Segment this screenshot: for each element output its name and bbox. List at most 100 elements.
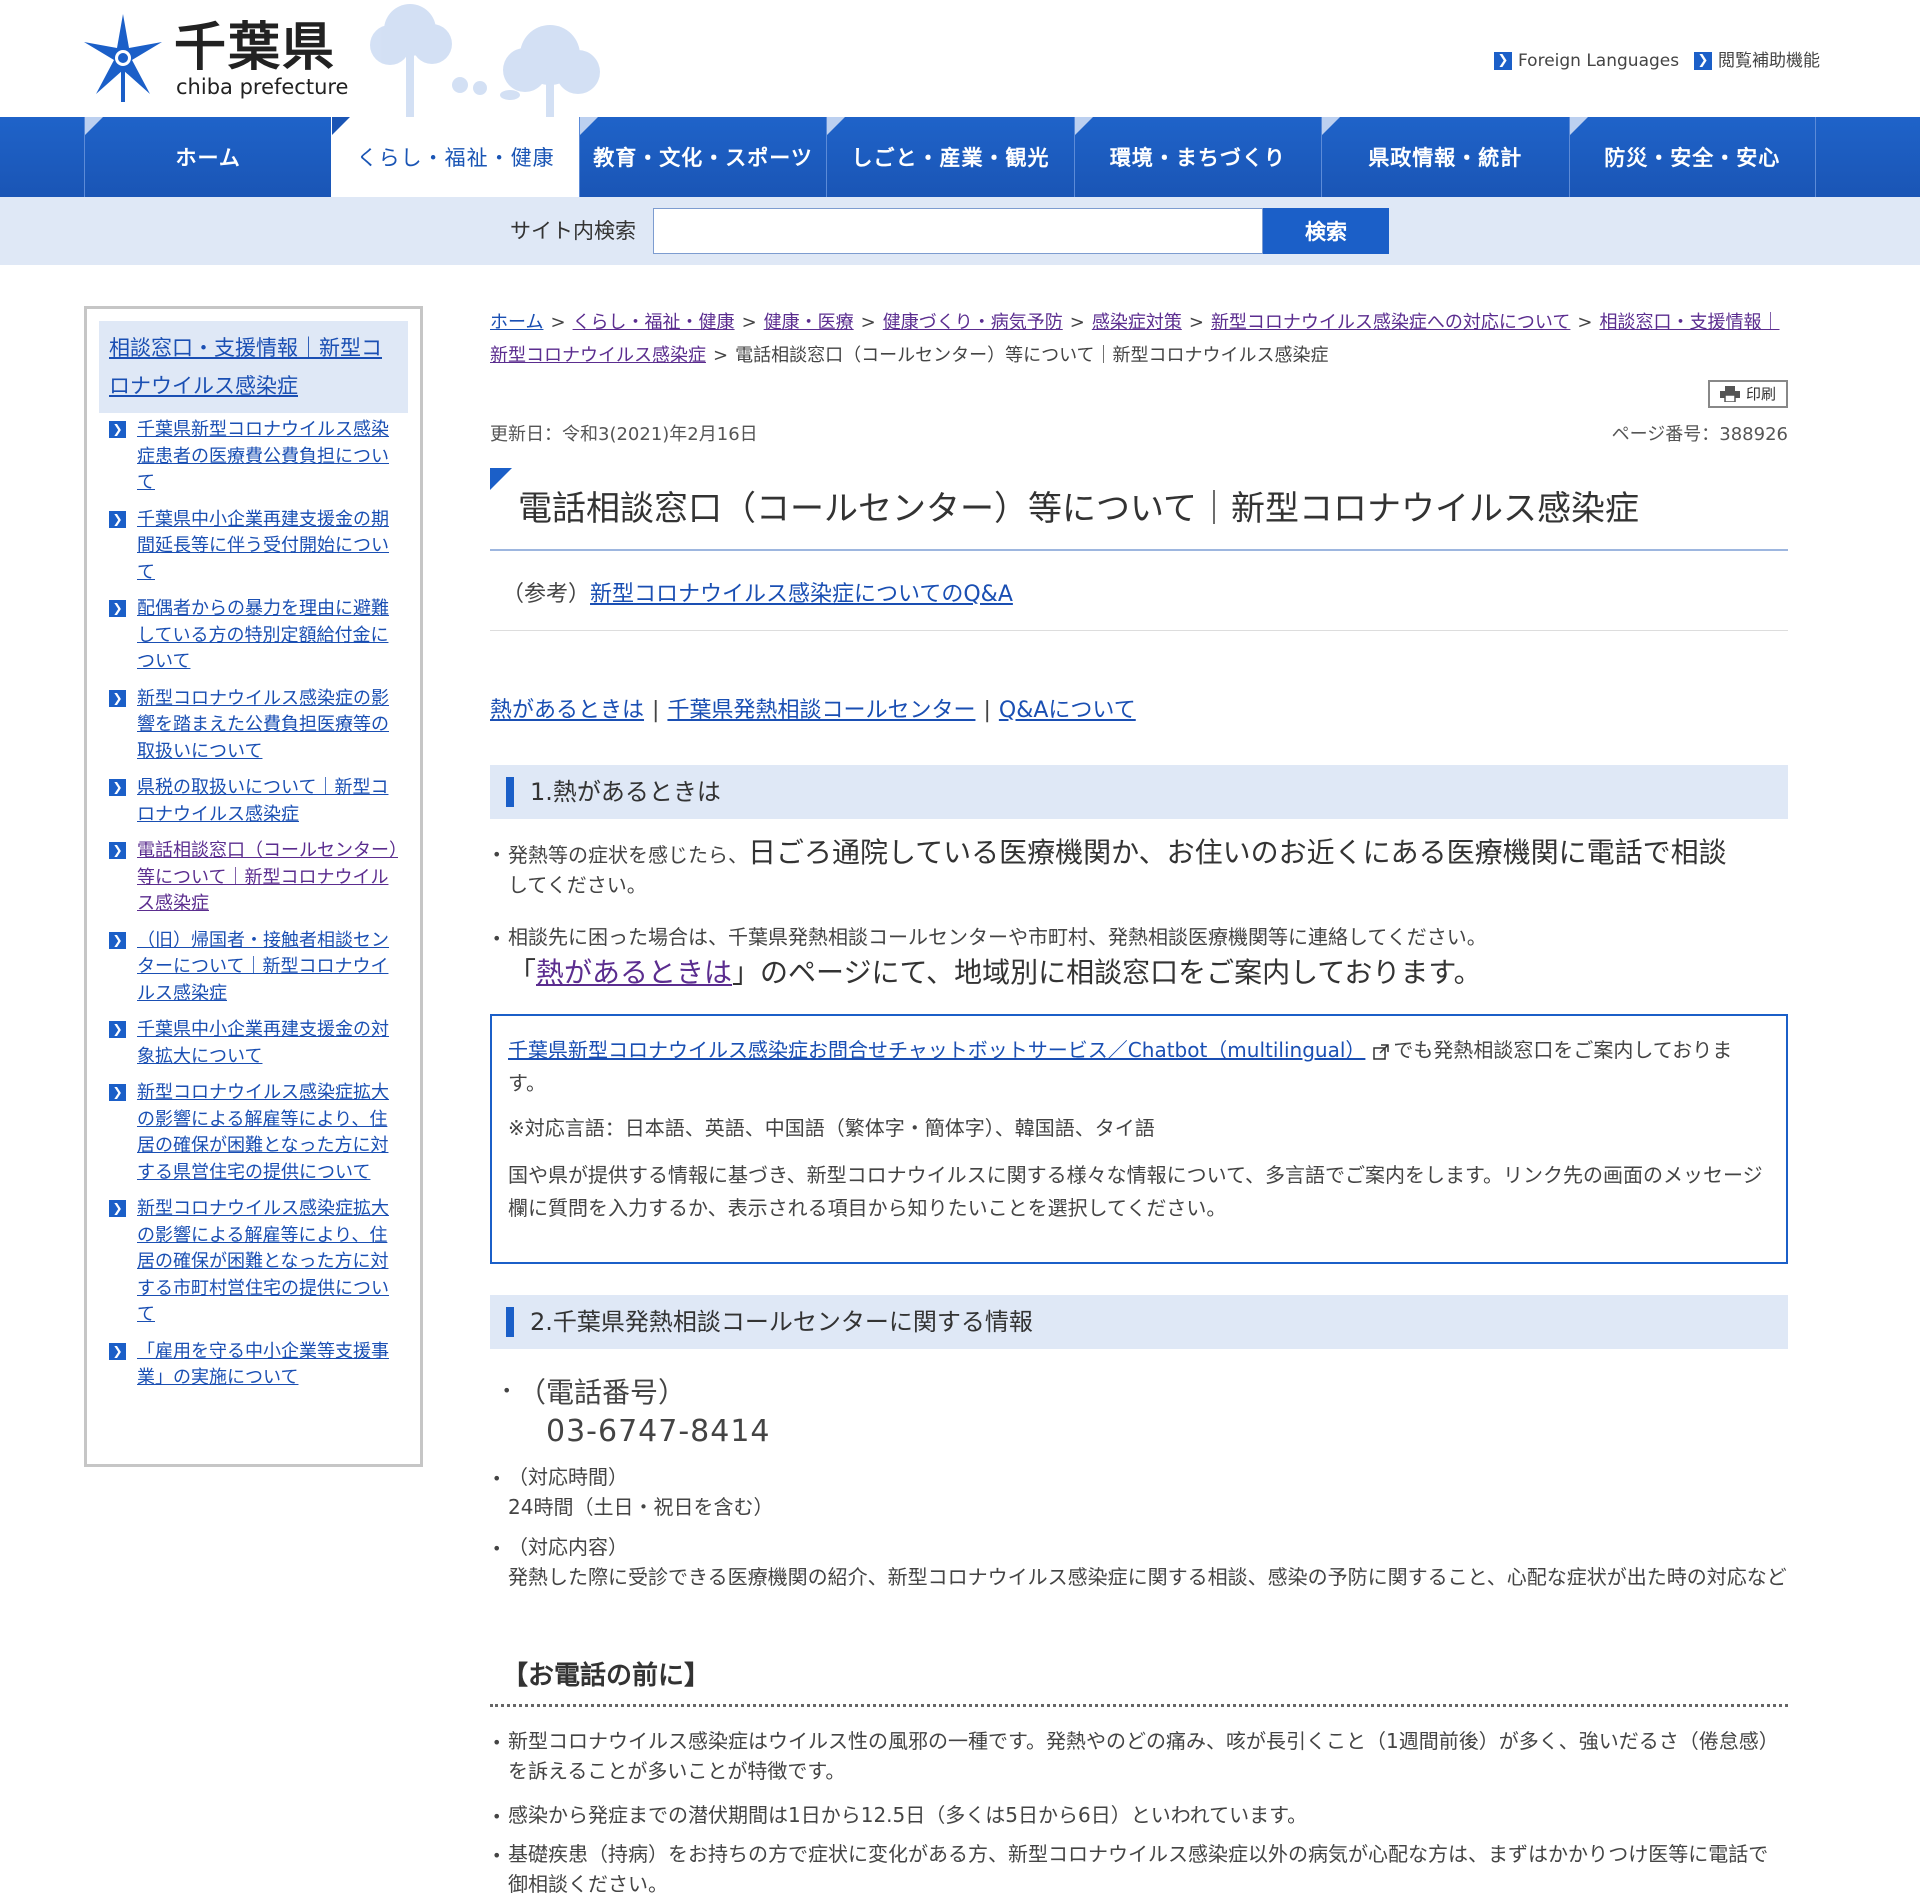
print-label: 印刷 [1745, 385, 1776, 403]
bullet-text: 新型コロナウイルス感染症はウイルス性の風邪の一種です。発熱やのどの痛み、咳が長引… [508, 1729, 1779, 1783]
anchor-link-fever[interactable]: 熱があるときは [490, 698, 644, 723]
nav-item-work-industry-tourism[interactable]: しごと・産業・観光 [826, 117, 1073, 197]
breadcrumb-link[interactable]: 健康・医療 [764, 312, 854, 333]
site-search-bar: サイト内検索 検索 [0, 197, 1920, 265]
sidebar-item-link[interactable]: 配偶者からの暴力を理由に避難している方の特別定額給付金について [137, 598, 389, 672]
breadcrumb-link[interactable]: くらし・福祉・健康 [573, 312, 735, 333]
chatbot-info-box: 千葉県新型コロナウイルス感染症お問合せチャットボットサービス／Chatbot（m… [490, 1014, 1788, 1264]
sidebar-item-link[interactable]: 新型コロナウイルス感染症拡大の影響による解雇等により、住居の確保が困難となった方… [137, 1198, 389, 1325]
sidebar-item-link[interactable]: 千葉県新型コロナウイルス感染症患者の医療費公費負担について [137, 419, 389, 493]
global-navigation: ホーム くらし・福祉・健康 教育・文化・スポーツ しごと・産業・観光 環境・まち… [0, 117, 1920, 197]
sidebar-item-link[interactable]: 新型コロナウイルス感染症の影響を踏まえた公費負担医療等の取扱いについて [137, 688, 389, 762]
sidebar-item: ❯ 千葉県中小企業再建支援金の期間延長等に伴う受付開始について [109, 507, 399, 587]
hours-label: （対応時間） [508, 1465, 628, 1489]
phone-label: （電話番号） [518, 1376, 687, 1409]
breadcrumb-link[interactable]: 新型コロナウイルス感染症への対応について [1211, 312, 1570, 333]
chevron-right-icon: ❯ [109, 842, 126, 859]
anchor-link-qa[interactable]: Q&Aについて [999, 698, 1136, 723]
printer-icon [1719, 386, 1740, 402]
phone-number: 03-6747-8414 [546, 1414, 771, 1449]
nav-item-label: しごと・産業・観光 [851, 146, 1050, 170]
breadcrumb-link[interactable]: 健康づくり・病気予防 [883, 312, 1063, 333]
nav-corner-decoration [1322, 117, 1341, 135]
bullet-emphasis: 日ごろ通院している医療機関か、お住いのお近くにある医療機関に電話で相談 [748, 836, 1727, 869]
list-item: 基礎疾患（持病）をお持ちの方で症状に変化がある方、新型コロナウイルス感染症以外の… [492, 1839, 1788, 1893]
reference-divider [490, 630, 1788, 631]
sidebar-item: ❯ 新型コロナウイルス感染症の影響を踏まえた公費負担医療等の取扱いについて [109, 686, 399, 766]
sidebar-item-link[interactable]: （旧）帰国者・接触者相談センターについて｜新型コロナウイルス感染症 [137, 930, 389, 1004]
accessibility-label: 閲覧補助機能 [1718, 51, 1820, 71]
nav-corner-decoration [579, 117, 598, 135]
sidebar-title-link[interactable]: 相談窓口・支援情報｜新型コロナウイルス感染症 [109, 336, 382, 398]
nav-item-education-culture-sports[interactable]: 教育・文化・スポーツ [578, 117, 826, 197]
phone-item: （電話番号） 03-6747-8414 [502, 1374, 1778, 1452]
region-consultation-note: 「熱があるときは」のページにて、地域別に相談窓口をご案内しております。 [508, 953, 1482, 993]
breadcrumb-current: 電話相談窓口（コールセンター）等について｜新型コロナウイルス感染症 [735, 345, 1329, 366]
chevron-right-icon: ❯ [109, 510, 126, 528]
chevron-right-icon: ❯ [109, 600, 126, 617]
nav-item-disaster-safety[interactable]: 防災・安全・安心 [1568, 117, 1816, 197]
print-button[interactable]: 印刷 [1708, 380, 1788, 408]
section-heading-fever: 1.熱があるときは [490, 765, 1788, 819]
bullet-text: 相談先に困った場合は、千葉県発熱相談コールセンターや市町村、発熱相談医療機関等に… [508, 925, 1487, 949]
foreign-languages-label: Foreign Languages [1518, 51, 1680, 71]
sidebar: 相談窓口・支援情報｜新型コロナウイルス感染症 ❯ 千葉県新型コロナウイルス感染症患… [84, 306, 423, 1467]
sidebar-title: 相談窓口・支援情報｜新型コロナウイルス感染症 [99, 321, 408, 413]
region-note-text: 」のページにて、地域別に相談窓口をご案内しております。 [732, 956, 1482, 989]
sidebar-item: ❯ 千葉県中小企業再建支援金の対象拡大について [109, 1017, 399, 1070]
list-item: 新型コロナウイルス感染症はウイルス性の風邪の一種です。発熱やのどの痛み、咳が長引… [492, 1726, 1788, 1786]
sidebar-item: ❯ 県税の取扱いについて｜新型コロナウイルス感染症 [109, 775, 399, 828]
anchor-separator: | [652, 698, 660, 723]
breadcrumb-separator: > [741, 312, 757, 333]
nav-item-environment-town[interactable]: 環境・まちづくり [1073, 117, 1321, 197]
sidebar-item-link[interactable]: 千葉県中小企業再建支援金の対象拡大について [137, 1019, 389, 1067]
chevron-right-icon: ❯ [109, 779, 126, 796]
sidebar-item-link[interactable]: 千葉県中小企業再建支援金の期間延長等に伴う受付開始について [137, 509, 389, 583]
header-decoration-trees [370, 4, 600, 117]
anchor-link-call-center[interactable]: 千葉県発熱相談コールセンター [667, 698, 975, 723]
reference-prefix: （参考） [502, 582, 591, 607]
page-anchor-links: 熱があるときは | 千葉県発熱相談コールセンター | Q&Aについて [490, 694, 1136, 728]
chevron-right-icon: ❯ [109, 1021, 126, 1038]
qa-reference-link[interactable]: 新型コロナウイルス感染症についてのQ&A [590, 582, 1013, 607]
sidebar-item-link[interactable]: 「雇用を守る中小企業等支援事業」の実施について [137, 1341, 389, 1389]
sidebar-item: ❯ 新型コロナウイルス感染症拡大の影響による解雇等により、住居の確保が困難となった… [109, 1080, 399, 1186]
search-button[interactable]: 検索 [1263, 208, 1389, 254]
nav-item-home[interactable]: ホーム [84, 117, 331, 197]
breadcrumb-link[interactable]: 感染症対策 [1092, 312, 1182, 333]
nav-corner-decoration [332, 117, 351, 135]
chevron-right-icon: ❯ [109, 1200, 126, 1217]
nav-item-label: 教育・文化・スポーツ [593, 146, 813, 170]
dotted-divider [490, 1704, 1788, 1707]
fever-page-link[interactable]: 熱があるときは [536, 956, 732, 989]
chevron-right-icon: ❯ [109, 421, 126, 438]
bullet-text: 発熱等の症状を感じたら、 [508, 843, 748, 867]
chatbot-line: 千葉県新型コロナウイルス感染症お問合せチャットボットサービス／Chatbot（m… [508, 1034, 1770, 1100]
section-heading-label: 2.千葉県発熱相談コールセンターに関する情報 [530, 1308, 1033, 1336]
sidebar-item-link[interactable]: 新型コロナウイルス感染症拡大の影響による解雇等により、住居の確保が困難となった方… [137, 1082, 389, 1183]
content-value: 発熱した際に受診できる医療機関の紹介、新型コロナウイルス感染症に関する相談、感染… [508, 1565, 1787, 1589]
chatbot-link[interactable]: 千葉県新型コロナウイルス感染症お問合せチャットボットサービス／Chatbot（m… [508, 1038, 1365, 1062]
nav-items: ホーム くらし・福祉・健康 教育・文化・スポーツ しごと・産業・観光 環境・まち… [84, 117, 1816, 197]
heading-bar-mark [506, 777, 514, 807]
nav-item-label: 防災・安全・安心 [1604, 146, 1781, 170]
sidebar-list: ❯ 千葉県新型コロナウイルス感染症患者の医療費公費負担について ❯ 千葉県中小企業再… [109, 417, 399, 1402]
foreign-languages-link[interactable]: ❯ Foreign Languages [1494, 50, 1679, 72]
bullet-text: 基礎疾患（持病）をお持ちの方で症状に変化がある方、新型コロナウイルス感染症以外の… [508, 1842, 1769, 1893]
bullet-text: 感染から発症までの潜伏期間は1日から12.5日（多くは5日から6日）といわれてい… [508, 1803, 1308, 1827]
quote-open: 「 [508, 956, 537, 989]
site-logo[interactable]: 千葉県 chiba prefecture [84, 14, 348, 104]
nav-item-government-statistics[interactable]: 県政情報・統計 [1321, 117, 1568, 197]
accessibility-link[interactable]: ❯ 閲覧補助機能 [1694, 50, 1820, 72]
sidebar-item-link[interactable]: 県税の取扱いについて｜新型コロナウイルス感染症 [137, 777, 388, 825]
section-heading-call-center: 2.千葉県発熱相談コールセンターに関する情報 [490, 1295, 1788, 1349]
search-input[interactable] [653, 208, 1263, 254]
anchor-separator: | [983, 698, 991, 723]
sidebar-item: ❯ 千葉県新型コロナウイルス感染症患者の医療費公費負担について [109, 417, 399, 497]
breadcrumb-link[interactable]: ホーム [490, 312, 543, 333]
nav-item-living-welfare-health[interactable]: くらし・福祉・健康 [331, 117, 579, 197]
hours-value: 24時間（土日・祝日を含む） [508, 1495, 774, 1519]
sidebar-item-link[interactable]: 電話相談窓口（コールセンター）等について｜新型コロナウイルス感染症 [137, 840, 398, 914]
section-heading-label: 1.熱があるときは [530, 778, 721, 806]
search-label: サイト内検索 [510, 219, 636, 243]
